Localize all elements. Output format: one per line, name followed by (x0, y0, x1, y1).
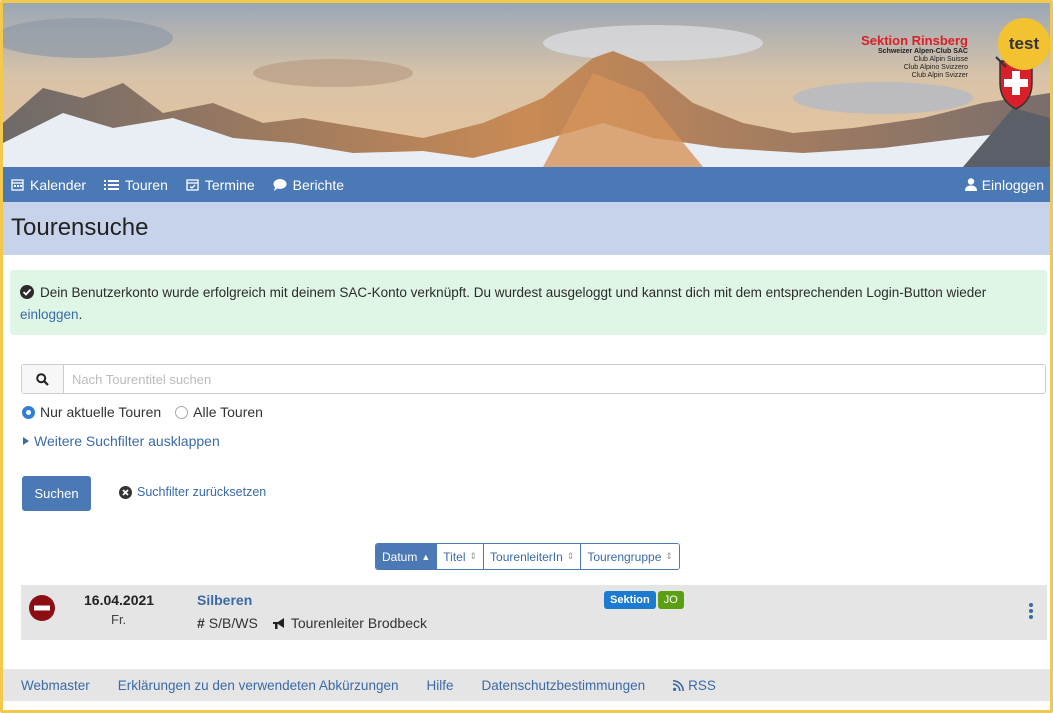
environment-badge: test (998, 18, 1050, 70)
check-circle-icon (20, 285, 34, 299)
rss-icon (673, 679, 685, 691)
tour-title-link[interactable]: Silberen (197, 592, 252, 608)
page-footer: Webmaster Erklärungen zu den verwendeten… (3, 669, 1050, 701)
club-line-rm: Club Alpin Svizzer (911, 72, 968, 79)
kebab-menu-icon[interactable] (1029, 603, 1033, 619)
search-addon (22, 365, 64, 393)
footer-abbreviations-link[interactable]: Erklärungen zu den verwendeten Abkürzung… (118, 678, 399, 693)
club-line-de: Schweizer Alpen-Club SAC (878, 48, 968, 55)
nav-touren[interactable]: Touren (104, 177, 168, 193)
nav-berichte[interactable]: Berichte (273, 177, 344, 193)
radio-all-tours[interactable]: Alle Touren (175, 404, 263, 420)
bullhorn-icon (272, 617, 284, 629)
times-circle-icon (119, 485, 132, 499)
alert-suffix: . (78, 307, 83, 322)
sort-titel[interactable]: Titel ⇕ (436, 544, 484, 569)
footer-help-link[interactable]: Hilfe (426, 678, 453, 693)
radio-current-tours[interactable]: Nur aktuelle Touren (22, 404, 161, 420)
caret-right-icon (23, 437, 29, 445)
sort-icon: ⇕ (469, 551, 478, 561)
search-input[interactable] (64, 365, 1045, 393)
nav-termine[interactable]: Termine (186, 177, 255, 193)
sort-titel-label: Titel (443, 549, 466, 564)
mountain-panorama-image (3, 3, 1050, 167)
tour-meta: # S/B/WS Tourenleiter Brodbeck (197, 615, 427, 631)
radio-all-dot[interactable] (175, 405, 189, 419)
tour-weekday: Fr. (111, 612, 127, 627)
footer-webmaster-link[interactable]: Webmaster (21, 678, 90, 693)
section-logo-text: Sektion Rinsberg Schweizer Alpen-Club SA… (861, 33, 968, 80)
sort-tourenleiter-label: TourenleiterIn (490, 549, 563, 564)
search-button[interactable]: Suchen (22, 476, 91, 511)
tour-leader-name: Tourenleiter Brodbeck (290, 615, 427, 631)
tour-scope-radios: Nur aktuelle Touren Alle Touren (22, 404, 277, 420)
tour-leader: Tourenleiter Brodbeck (272, 615, 427, 631)
tour-difficulty: S/B/WS (208, 615, 258, 631)
list-icon (104, 180, 120, 190)
nav-kalender[interactable]: Kalender (11, 177, 86, 193)
sort-icon: ⇕ (665, 551, 673, 561)
nav-kalender-label: Kalender (30, 176, 87, 193)
comment-icon (273, 179, 287, 191)
reset-filters-label: Suchfilter zurücksetzen (137, 485, 267, 499)
tour-list-item[interactable]: 16.04.2021 Fr. Silberen # S/B/WS Tourenl… (21, 585, 1047, 640)
header-banner: Sektion Rinsberg Schweizer Alpen-Club SA… (3, 3, 1050, 167)
page-title-bar: Tourensuche (3, 202, 1050, 255)
nav-berichte-label: Berichte (292, 176, 345, 193)
hash-icon: # (197, 615, 205, 631)
club-line-it: Club Alpino Svizzero (903, 64, 968, 71)
sort-tourengruppe[interactable]: Tourengruppe ⇕ (580, 544, 679, 569)
login-link[interactable]: Einloggen (964, 167, 1044, 202)
sort-datum-label: Datum (382, 549, 418, 564)
radio-current-label: Nur aktuelle Touren (40, 404, 162, 420)
cancelled-status-icon (29, 595, 55, 621)
sort-button-group: Datum ▲ Titel ⇕ TourenleiterIn ⇕ Tourengrup… (375, 543, 680, 570)
sort-asc-icon: ▲ (421, 551, 431, 562)
login-label: Einloggen (981, 176, 1044, 193)
nav-termine-label: Termine (204, 176, 255, 193)
main-navbar: Kalender Touren Termine Berichte Einlogg… (3, 167, 1050, 202)
badge-jo: JO (657, 591, 684, 609)
radio-current-dot[interactable] (22, 405, 35, 419)
section-name: Sektion Rinsberg (861, 33, 968, 48)
sort-datum[interactable]: Datum ▲ (376, 544, 437, 569)
footer-privacy-link[interactable]: Datenschutzbestimmungen (482, 678, 646, 693)
more-filters-toggle[interactable]: Weitere Suchfilter ausklappen (23, 433, 220, 449)
club-line-fr: Club Alpin Suisse (913, 56, 968, 63)
nav-touren-label: Touren (125, 176, 168, 193)
search-icon (36, 372, 49, 386)
tour-date: 16.04.2021 (84, 592, 155, 608)
success-alert: Dein Benutzerkonto wurde erfolgreich mit… (10, 270, 1047, 335)
calendar-check-icon (186, 179, 199, 191)
tour-badges: Sektion JO (604, 591, 686, 609)
search-bar (21, 364, 1046, 394)
sort-tourenleiter[interactable]: TourenleiterIn ⇕ (483, 544, 581, 569)
sort-icon: ⇕ (566, 551, 575, 561)
user-icon (964, 178, 977, 191)
footer-rss-label: RSS (688, 677, 716, 693)
sort-tourengruppe-label: Tourengruppe (587, 549, 662, 564)
calendar-icon (11, 179, 24, 191)
reset-filters-link[interactable]: Suchfilter zurücksetzen (119, 485, 266, 499)
more-filters-label: Weitere Suchfilter ausklappen (34, 433, 220, 449)
alert-login-link[interactable]: einloggen (20, 307, 79, 322)
radio-all-label: Alle Touren (193, 404, 263, 420)
footer-rss-link[interactable]: RSS (673, 678, 716, 693)
page-title: Tourensuche (11, 214, 149, 241)
badge-sektion: Sektion (604, 591, 656, 609)
alert-message: Dein Benutzerkonto wurde erfolgreich mit… (40, 285, 987, 300)
